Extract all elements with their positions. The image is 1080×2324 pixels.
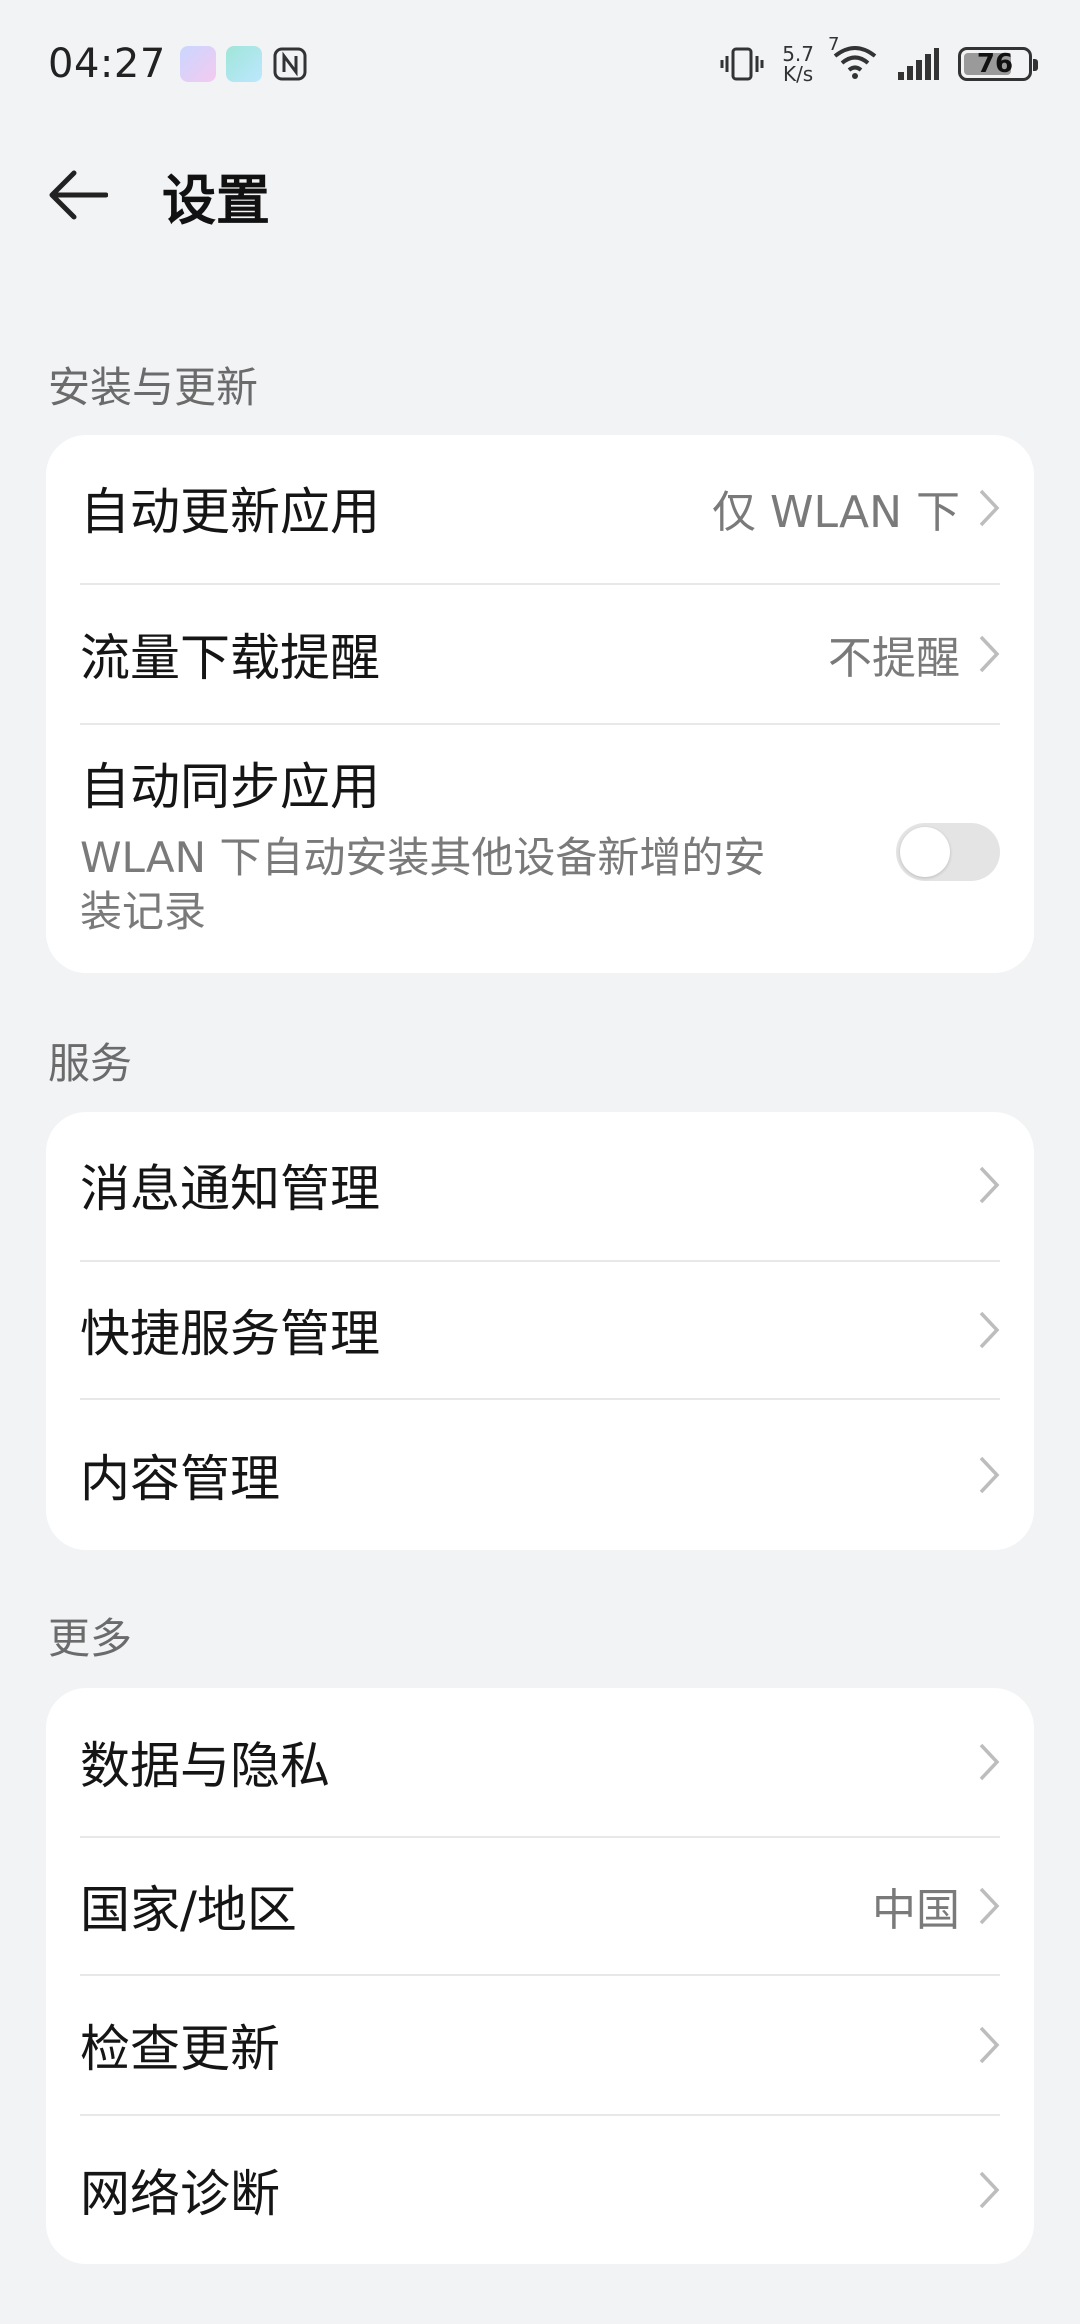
chevron-right-icon xyxy=(979,1743,1000,1781)
title-bar: 设置 xyxy=(0,150,1080,240)
data-privacy-row[interactable]: 数据与隐私 xyxy=(46,1688,1034,1836)
data-privacy-label: 数据与隐私 xyxy=(80,1737,330,1795)
status-right: 5.7 K/s 7 76 xyxy=(720,34,1038,84)
chevron-right-icon xyxy=(979,489,1000,527)
toggle-knob xyxy=(900,827,950,877)
back-arrow-icon xyxy=(49,170,108,220)
wifi-badge: 7 xyxy=(828,34,840,55)
traffic-reminder-label: 流量下载提醒 xyxy=(80,629,380,687)
page-title: 设置 xyxy=(162,168,270,232)
section-header-install: 安装与更新 xyxy=(48,363,259,412)
back-button[interactable] xyxy=(46,163,110,227)
auto-update-row[interactable]: 自动更新应用 仅 WLAN 下 xyxy=(46,435,1034,581)
card-more: 数据与隐私 国家/地区 中国 检查更新 网络诊断 xyxy=(46,1688,1034,2264)
chevron-right-icon xyxy=(979,635,1000,673)
notification-management-label: 消息通知管理 xyxy=(80,1160,380,1218)
status-time: 04:27 xyxy=(48,41,166,87)
network-speed-value: 5.7 xyxy=(782,42,814,66)
app-notification-icon xyxy=(179,46,216,82)
traffic-reminder-value: 不提醒 xyxy=(828,633,960,684)
content-management-row[interactable]: 内容管理 xyxy=(46,1400,1034,1550)
network-speed: 5.7 K/s xyxy=(782,44,814,84)
section-header-service: 服务 xyxy=(48,1039,133,1088)
country-region-value: 中国 xyxy=(872,1885,960,1936)
chevron-right-icon xyxy=(979,1887,1000,1925)
network-speed-unit: K/s xyxy=(782,62,814,86)
signal-icon xyxy=(898,48,939,80)
status-bar: 04:27 5.7 K/s 7 76 xyxy=(0,0,1080,128)
auto-update-value: 仅 WLAN 下 xyxy=(711,487,960,538)
notification-icons xyxy=(179,46,308,82)
chevron-right-icon xyxy=(979,2171,1000,2209)
country-region-label: 国家/地区 xyxy=(80,1881,297,1939)
battery-level: 76 xyxy=(976,49,1014,79)
country-region-row[interactable]: 国家/地区 中国 xyxy=(46,1838,1034,1974)
vibrate-icon xyxy=(720,47,764,81)
auto-update-label: 自动更新应用 xyxy=(80,483,380,541)
quick-service-management-label: 快捷服务管理 xyxy=(80,1305,380,1363)
check-update-label: 检查更新 xyxy=(80,2020,280,2078)
battery-indicator: 76 xyxy=(958,47,1038,81)
card-install: 自动更新应用 仅 WLAN 下 流量下载提醒 不提醒 自动同步应用 WLAN 下… xyxy=(46,435,1034,973)
auto-sync-toggle[interactable] xyxy=(896,823,1000,881)
check-update-row[interactable]: 检查更新 xyxy=(46,1976,1034,2114)
app-notification-icon xyxy=(225,46,262,82)
chevron-right-icon xyxy=(979,1456,1000,1494)
chevron-right-icon xyxy=(979,2026,1000,2064)
quick-service-management-row[interactable]: 快捷服务管理 xyxy=(46,1262,1034,1398)
traffic-reminder-row[interactable]: 流量下载提醒 不提醒 xyxy=(46,585,1034,723)
auto-sync-label: 自动同步应用 xyxy=(80,758,380,816)
card-service: 消息通知管理 快捷服务管理 内容管理 xyxy=(46,1112,1034,1550)
auto-sync-description: WLAN 下自动安装其他设备新增的安 装记录 xyxy=(80,833,766,936)
content-management-label: 内容管理 xyxy=(80,1450,280,1508)
chevron-right-icon xyxy=(979,1311,1000,1349)
notification-management-row[interactable]: 消息通知管理 xyxy=(46,1112,1034,1258)
auto-sync-row: 自动同步应用 WLAN 下自动安装其他设备新增的安 装记录 xyxy=(46,725,1034,973)
wifi-indicator: 7 xyxy=(828,34,878,84)
chevron-right-icon xyxy=(979,1166,1000,1204)
network-diagnosis-label: 网络诊断 xyxy=(80,2165,280,2223)
nfc-icon xyxy=(273,47,307,81)
section-header-more: 更多 xyxy=(48,1614,133,1663)
network-diagnosis-row[interactable]: 网络诊断 xyxy=(46,2116,1034,2264)
